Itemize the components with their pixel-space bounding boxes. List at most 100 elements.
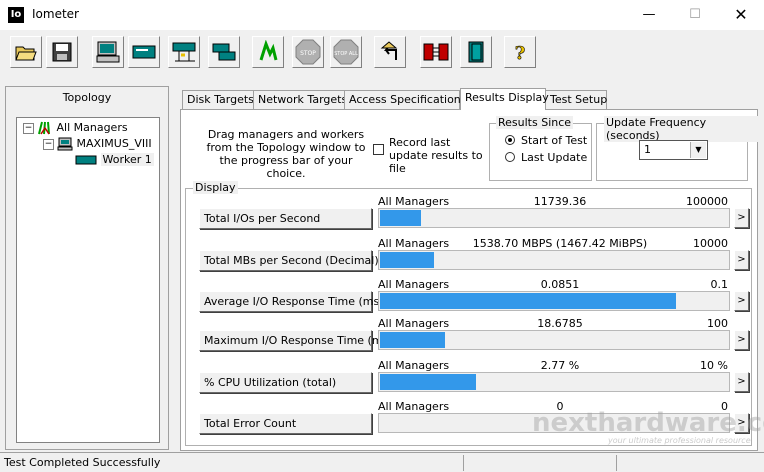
metric-progress-fill (380, 252, 434, 268)
collapse-icon[interactable]: − (43, 138, 54, 150)
update-frequency-select[interactable]: 1 ▼ (639, 140, 708, 160)
results-since-label: Results Since (496, 116, 574, 129)
tree-item-label: MAXIMUS_VIII (76, 137, 152, 150)
tree-item-manager[interactable]: − MAXIMUS_VIII (43, 136, 152, 152)
door-exit-icon (468, 41, 484, 63)
start-tests-button[interactable] (252, 36, 284, 68)
app-icon: Io (8, 7, 24, 23)
new-network-worker-button[interactable] (168, 36, 200, 68)
metric-progress-fill (380, 210, 421, 226)
watermark-tagline: your ultimate professional resource (608, 436, 751, 445)
topology-header: Topology (62, 91, 112, 104)
computer-icon (57, 137, 73, 151)
open-button[interactable] (10, 36, 42, 68)
metric-value: 11739.36 (533, 195, 587, 208)
disk-worker-icon (132, 45, 156, 59)
floppy-disk-icon (52, 42, 72, 62)
metric-select-button[interactable]: Total MBs per Second (Decimal) (199, 250, 379, 271)
quit-button[interactable] (460, 36, 492, 68)
last-update-radio[interactable] (505, 152, 515, 162)
tab-results-display[interactable]: Results Display (460, 88, 549, 110)
metric-target: All Managers (378, 400, 450, 413)
metric-arrow-button[interactable]: > (734, 208, 749, 228)
status-separator (616, 455, 617, 471)
duplicate-worker-button[interactable] (208, 36, 240, 68)
metric-progress-bar[interactable] (378, 330, 730, 350)
metric-target: All Managers (378, 317, 450, 330)
tab-network-targets[interactable]: Network Targets (253, 90, 347, 109)
exit-button[interactable] (420, 36, 452, 68)
disconnect-icon (423, 43, 449, 61)
toolbar: STOP STOP ALL ? (0, 30, 764, 78)
stop-sign-icon: STOP (295, 39, 321, 65)
drag-instructions: Drag managers and workers from the Topol… (206, 128, 366, 180)
help-icon: ? (514, 43, 525, 64)
start-of-test-label: Start of Test (521, 134, 588, 147)
metric-max: 0.1 (710, 278, 729, 291)
record-results-checkbox[interactable] (373, 144, 384, 155)
metric-progress-bar[interactable] (378, 291, 730, 311)
tree-item-all-managers[interactable]: − All Managers (23, 120, 128, 136)
reset-workers-button[interactable] (374, 36, 406, 68)
stop-all-button[interactable]: STOP ALL (330, 36, 362, 68)
metric-value: 2.77 % (540, 359, 580, 372)
metric-arrow-button[interactable]: > (734, 250, 749, 270)
metric-select-button[interactable]: Maximum I/O Response Time (ms) (199, 330, 393, 351)
tab-strip: Disk Targets Network Targets Access Spec… (182, 88, 762, 110)
metric-progress-bar[interactable] (378, 372, 730, 392)
tab-access-specifications[interactable]: Access Specifications (344, 90, 467, 109)
tree-item-worker[interactable]: Worker 1 (75, 152, 154, 168)
metric-target: All Managers (378, 195, 450, 208)
watermark: nexthardware.com (532, 408, 764, 438)
metric-target: All Managers (378, 278, 450, 291)
close-button[interactable]: ✕ (718, 0, 764, 30)
chevron-down-icon[interactable]: ▼ (690, 142, 706, 158)
metric-select-button[interactable]: Total I/Os per Second (199, 208, 372, 229)
metric-select-button[interactable]: Average I/O Response Time (ms) (199, 291, 384, 312)
tab-test-setup[interactable]: Test Setup (545, 90, 607, 109)
record-results-label: Record last update results to file (389, 136, 483, 175)
topology-tree[interactable]: − All Managers − MAXIMUS_VIII Worker 1 (16, 117, 160, 443)
metric-max: 10 % (700, 359, 728, 372)
metric-progress-fill (380, 374, 476, 390)
metric-arrow-button[interactable]: > (734, 372, 749, 392)
green-flag-icon (259, 40, 278, 61)
open-folder-icon (15, 46, 37, 61)
metric-max: 100 (707, 317, 728, 330)
tab-disk-targets[interactable]: Disk Targets (182, 90, 254, 109)
save-button[interactable] (46, 36, 78, 68)
minimize-button[interactable]: — (626, 0, 672, 30)
new-disk-worker-button[interactable] (128, 36, 160, 68)
metric-arrow-button[interactable]: > (734, 330, 749, 350)
window-title: Iometer (32, 7, 79, 21)
collapse-icon[interactable]: − (23, 122, 34, 134)
metric-progress-bar[interactable] (378, 208, 730, 228)
metric-value: 1538.70 MBPS (1467.42 MiBPS) (472, 237, 648, 250)
stop-label: STOP (300, 50, 316, 57)
stop-all-sign-icon: STOP ALL (333, 39, 359, 65)
update-frequency-label: Update Frequency (seconds) (604, 116, 764, 142)
disk-worker-icon (75, 155, 97, 165)
help-button[interactable]: ? (504, 36, 536, 68)
metric-max: 10000 (693, 237, 728, 250)
metric-arrow-button[interactable]: > (734, 291, 749, 311)
metric-progress-bar[interactable] (378, 250, 730, 270)
status-separator (463, 455, 464, 471)
maximize-button[interactable]: ☐ (672, 0, 718, 30)
last-update-label: Last Update (521, 151, 588, 164)
new-local-manager-button[interactable] (92, 36, 124, 68)
start-of-test-radio[interactable] (505, 135, 515, 145)
tree-item-label: All Managers (56, 121, 128, 134)
metric-target: All Managers (378, 359, 450, 372)
stop-all-label: STOP ALL (334, 51, 358, 57)
display-label: Display (193, 181, 238, 194)
title-bar: Io Iometer — ☐ ✕ (0, 0, 764, 30)
metric-max: 100000 (686, 195, 728, 208)
computer-icon (96, 41, 120, 63)
reset-arrow-icon (380, 41, 398, 60)
status-text: Test Completed Successfully (4, 456, 161, 469)
stop-button[interactable]: STOP (292, 36, 324, 68)
metric-select-button[interactable]: % CPU Utilization (total) (199, 372, 372, 393)
managers-icon (38, 121, 50, 135)
metric-select-button[interactable]: Total Error Count (199, 413, 372, 434)
